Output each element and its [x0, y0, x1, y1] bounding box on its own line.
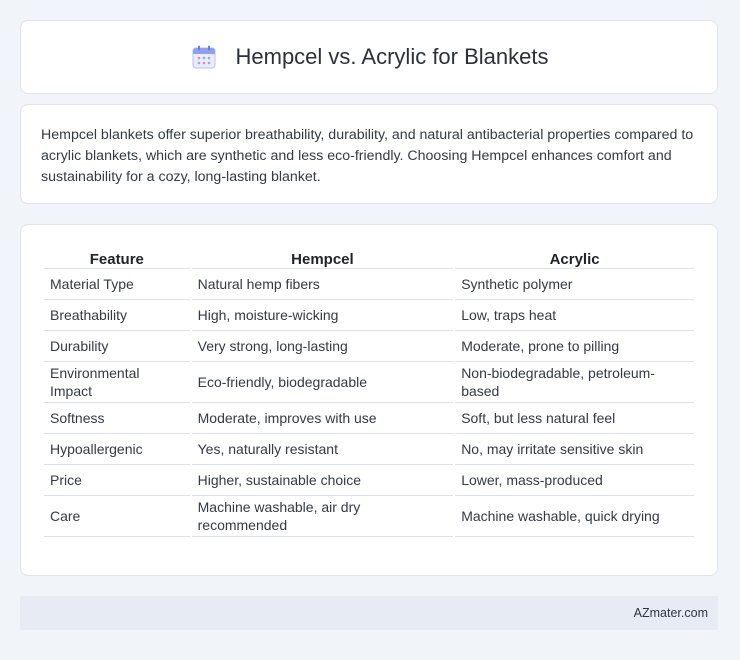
header-hempcel: Hempcel [191, 245, 454, 269]
hempcel-cell: Natural hemp fibers [191, 269, 454, 300]
feature-cell: Breathability [44, 300, 190, 331]
table-row: Hypoallergenic Yes, naturally resistant … [44, 434, 694, 465]
feature-cell: Softness [44, 403, 190, 434]
calendar-icon [190, 43, 218, 71]
hempcel-cell: High, moisture-wicking [191, 300, 454, 331]
acrylic-cell: Soft, but less natural feel [455, 403, 694, 434]
comparison-table: Feature Hempcel Acrylic Material Type Na… [42, 245, 696, 537]
header-feature: Feature [44, 245, 190, 269]
intro-card: Hempcel blankets offer superior breathab… [20, 104, 718, 204]
header-card: Hempcel vs. Acrylic for Blankets [20, 20, 718, 94]
acrylic-cell: Non-biodegradable, petroleum-based [455, 362, 694, 403]
acrylic-cell: Synthetic polymer [455, 269, 694, 300]
feature-cell: Environmental Impact [44, 362, 190, 403]
acrylic-cell: No, may irritate sensitive skin [455, 434, 694, 465]
hempcel-cell: Very strong, long-lasting [191, 331, 454, 362]
table-row: Breathability High, moisture-wicking Low… [44, 300, 694, 331]
table-row: Material Type Natural hemp fibers Synthe… [44, 269, 694, 300]
footer-bar: AZmater.com [20, 596, 718, 630]
acrylic-cell: Moderate, prone to pilling [455, 331, 694, 362]
title-wrap: Hempcel vs. Acrylic for Blankets [190, 43, 549, 71]
table-header-row: Feature Hempcel Acrylic [44, 245, 694, 269]
table-row: Environmental Impact Eco-friendly, biode… [44, 362, 694, 403]
table-row: Price Higher, sustainable choice Lower, … [44, 465, 694, 496]
acrylic-cell: Low, traps heat [455, 300, 694, 331]
feature-cell: Hypoallergenic [44, 434, 190, 465]
hempcel-cell: Yes, naturally resistant [191, 434, 454, 465]
acrylic-cell: Machine washable, quick drying [455, 496, 694, 537]
acrylic-cell: Lower, mass-produced [455, 465, 694, 496]
table-row: Care Machine washable, air dry recommend… [44, 496, 694, 537]
footer-source-text[interactable]: AZmater.com [634, 606, 708, 620]
feature-cell: Care [44, 496, 190, 537]
hempcel-cell: Machine washable, air dry recommended [191, 496, 454, 537]
hempcel-cell: Eco-friendly, biodegradable [191, 362, 454, 403]
table-row: Durability Very strong, long-lasting Mod… [44, 331, 694, 362]
hempcel-cell: Higher, sustainable choice [191, 465, 454, 496]
feature-cell: Price [44, 465, 190, 496]
intro-text: Hempcel blankets offer superior breathab… [41, 127, 694, 185]
hempcel-cell: Moderate, improves with use [191, 403, 454, 434]
feature-cell: Material Type [44, 269, 190, 300]
page-title: Hempcel vs. Acrylic for Blankets [235, 44, 549, 69]
comparison-card: Feature Hempcel Acrylic Material Type Na… [20, 224, 718, 576]
table-row: Softness Moderate, improves with use Sof… [44, 403, 694, 434]
header-acrylic: Acrylic [455, 245, 694, 269]
feature-cell: Durability [44, 331, 190, 362]
